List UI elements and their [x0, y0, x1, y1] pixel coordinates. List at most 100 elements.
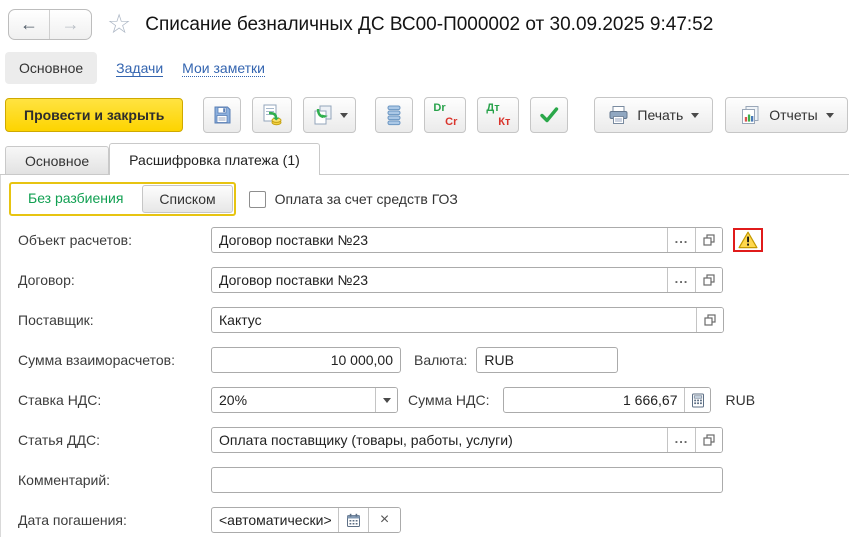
show-in-list-icon	[384, 104, 404, 126]
cashflow-item-field: ...	[211, 427, 723, 453]
settlement-object-input[interactable]	[212, 228, 667, 252]
contract-field: ...	[211, 267, 723, 293]
open-icon	[702, 233, 716, 247]
currency-field	[476, 347, 618, 373]
calculator-icon	[691, 393, 705, 408]
due-date-field: ×	[211, 507, 401, 533]
history-nav: ← →	[8, 9, 92, 40]
currency-label: Валюта:	[414, 352, 467, 368]
save-button[interactable]	[203, 97, 241, 133]
window-header: ← → ☆ Списание безналичных ДС ВС00-П0000…	[0, 0, 849, 42]
print-icon	[608, 105, 629, 125]
goz-checkbox[interactable]	[249, 191, 266, 208]
print-button[interactable]: Печать	[594, 97, 713, 133]
vat-rate-input[interactable]	[212, 388, 375, 412]
comment-row: Комментарий:	[9, 467, 849, 493]
clear-icon: ×	[380, 511, 389, 529]
page-title: Списание безналичных ДС ВС00-П000002 от …	[145, 14, 713, 36]
dropdown-caret-icon	[383, 398, 391, 403]
reports-button[interactable]: Отчеты	[725, 97, 847, 133]
open-icon	[702, 273, 716, 287]
cashflow-item-open-button[interactable]	[695, 428, 722, 452]
open-icon	[703, 313, 717, 327]
settlement-object-select-button[interactable]: ...	[667, 228, 695, 252]
calendar-icon	[346, 513, 361, 528]
dropdown-caret-icon	[340, 113, 348, 118]
post-and-close-button[interactable]: Провести и закрыть	[5, 98, 183, 132]
contract-input[interactable]	[212, 268, 667, 292]
vat-row: Ставка НДС: Сумма НДС:	[9, 387, 849, 413]
command-toolbar: Провести и закрыть	[0, 96, 849, 134]
due-date-calendar-button[interactable]	[338, 508, 368, 532]
save-icon	[211, 104, 233, 126]
create-based-on-button[interactable]	[303, 97, 356, 133]
dr-cr-icon: DrCr	[432, 103, 458, 127]
contract-select-button[interactable]: ...	[667, 268, 695, 292]
back-arrow-icon: ←	[20, 14, 38, 35]
comment-input[interactable]	[212, 468, 722, 492]
vat-amount-calc-button[interactable]	[684, 388, 710, 412]
favorite-star-icon[interactable]: ☆	[107, 11, 131, 38]
vat-amount-input[interactable]	[504, 388, 684, 412]
supplier-label: Поставщик:	[9, 312, 211, 328]
reports-icon	[739, 104, 761, 126]
post-document-button[interactable]	[252, 97, 292, 133]
nav-item-tasks[interactable]: Задачи	[116, 60, 163, 77]
amount-input[interactable]	[212, 348, 400, 372]
post-document-icon	[260, 103, 284, 127]
vat-rate-label: Ставка НДС:	[9, 392, 211, 408]
create-based-on-icon	[311, 103, 335, 127]
tab-payment-breakdown[interactable]: Расшифровка платежа (1)	[109, 143, 320, 175]
amount-row: Сумма взаиморасчетов: Валюта:	[9, 347, 849, 373]
dropdown-caret-icon	[691, 113, 699, 118]
contract-label: Договор:	[9, 272, 211, 288]
settlement-object-field: ...	[211, 227, 723, 253]
currency-input[interactable]	[477, 348, 617, 372]
dt-kt-postings-button[interactable]: ДтКт	[477, 97, 519, 133]
cashflow-item-input[interactable]	[212, 428, 667, 452]
toggle-no-split[interactable]: Без разбиения	[12, 185, 139, 213]
amount-field	[211, 347, 401, 373]
goz-checkbox-label: Оплата за счет средств ГОЗ	[275, 191, 458, 207]
forward-arrow-icon: →	[62, 14, 80, 35]
breakdown-mode-row: Без разбиения Списком Оплата за счет сре…	[9, 182, 849, 216]
check-icon	[538, 105, 560, 125]
vat-amount-label: Сумма НДС:	[408, 392, 489, 408]
breakdown-mode-toggle: Без разбиения Списком	[9, 182, 236, 216]
back-button[interactable]: ←	[9, 10, 50, 39]
cashflow-item-label: Статья ДДС:	[9, 432, 211, 448]
cashflow-item-select-button[interactable]: ...	[667, 428, 695, 452]
warning-icon	[738, 231, 758, 249]
due-date-row: Дата погашения:	[9, 507, 849, 533]
show-in-list-button[interactable]	[375, 97, 413, 133]
settlement-object-row: Объект расчетов: ...	[9, 227, 849, 253]
contract-open-button[interactable]	[695, 268, 722, 292]
confirm-button[interactable]	[530, 97, 568, 133]
document-tabbar: Основное Расшифровка платежа (1)	[0, 143, 849, 175]
settlement-object-label: Объект расчетов:	[9, 232, 211, 248]
vat-rate-dropdown-button[interactable]	[375, 388, 397, 412]
due-date-input[interactable]	[212, 508, 338, 532]
settlement-object-open-button[interactable]	[695, 228, 722, 252]
nav-item-notes[interactable]: Мои заметки	[182, 60, 265, 77]
open-icon	[702, 433, 716, 447]
dr-cr-postings-button[interactable]: DrCr	[424, 97, 466, 133]
supplier-row: Поставщик:	[9, 307, 849, 333]
section-nav: Основное Задачи Мои заметки	[0, 51, 849, 85]
dropdown-caret-icon	[826, 113, 834, 118]
toggle-as-list[interactable]: Списком	[142, 185, 232, 213]
contract-row: Договор: ...	[9, 267, 849, 293]
dt-kt-icon: ДтКт	[485, 103, 511, 127]
nav-item-main[interactable]: Основное	[5, 52, 97, 84]
supplier-input[interactable]	[212, 308, 696, 332]
vat-amount-field	[503, 387, 711, 413]
vat-rate-field	[211, 387, 398, 413]
forward-button[interactable]: →	[50, 10, 91, 39]
payment-breakdown-pane: Без разбиения Списком Оплата за счет сре…	[0, 175, 849, 537]
supplier-open-button[interactable]	[696, 308, 723, 332]
vat-amount-currency: RUB	[725, 392, 755, 408]
warning-highlight-box[interactable]	[733, 228, 763, 252]
tab-main[interactable]: Основное	[5, 146, 109, 174]
goz-checkbox-wrap[interactable]: Оплата за счет средств ГОЗ	[249, 191, 458, 208]
due-date-clear-button[interactable]: ×	[368, 508, 400, 532]
